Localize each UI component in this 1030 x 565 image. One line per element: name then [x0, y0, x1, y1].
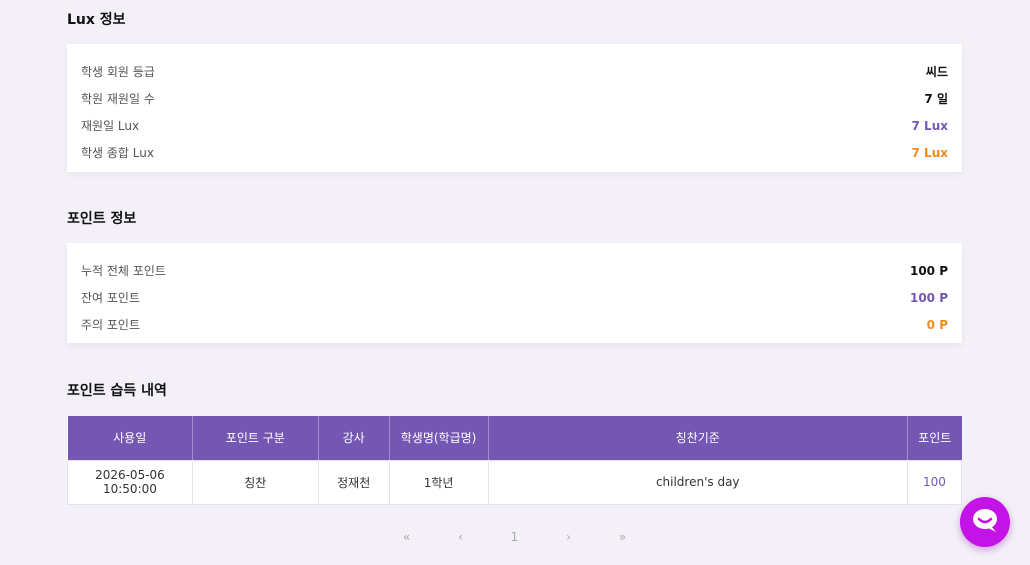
- cell-criteria: children's day: [487, 459, 908, 505]
- col-teacher[interactable]: 강사: [318, 416, 390, 460]
- table-header-row: 사용일 포인트 구분 강사 학생명(학급명) 칭찬기준 포인트: [67, 416, 962, 460]
- points-row-remaining: 잔여 포인트 100 P: [81, 284, 948, 311]
- cell-teacher: 정재천: [317, 459, 390, 505]
- points-row-total: 누적 전체 포인트 100 P: [81, 257, 948, 284]
- cell-date: 2026-05-06 10:50:00: [67, 459, 193, 505]
- last-page-button[interactable]: »: [596, 530, 650, 544]
- points-row-warning: 주의 포인트 0 P: [81, 311, 948, 338]
- points-remaining-label: 잔여 포인트: [81, 291, 141, 305]
- lux-days-lux-label: 재원일 Lux: [81, 119, 140, 133]
- chat-button[interactable]: [960, 497, 1010, 547]
- points-warning-label: 주의 포인트: [81, 318, 141, 332]
- points-total-value: 100 P: [909, 263, 948, 278]
- prev-page-button[interactable]: ‹: [434, 530, 488, 544]
- lux-total-label: 학생 종합 Lux: [81, 146, 154, 160]
- history-section: 포인트 습득 내역: [67, 381, 962, 401]
- lux-grade-label: 학생 회원 등급: [81, 65, 155, 79]
- col-criteria[interactable]: 칭찬기준: [488, 416, 908, 460]
- cell-type: 칭찬: [191, 459, 319, 505]
- points-remaining-value: 100 P: [909, 290, 948, 305]
- col-student[interactable]: 학생명(학급명): [389, 416, 489, 460]
- lux-section: Lux 정보: [67, 10, 962, 30]
- col-points[interactable]: 포인트: [907, 416, 962, 460]
- lux-days-lux-value: 7 Lux: [911, 118, 948, 133]
- points-total-label: 누적 전체 포인트: [81, 264, 166, 278]
- col-date[interactable]: 사용일: [67, 416, 193, 460]
- cell-points: 100: [906, 459, 963, 505]
- points-section: 포인트 정보: [67, 209, 962, 229]
- lux-days-value: 7 일: [924, 92, 948, 106]
- col-type[interactable]: 포인트 구분: [192, 416, 319, 460]
- points-warning-value: 0 P: [926, 317, 948, 332]
- pagination: « ‹ 1 › »: [67, 530, 962, 544]
- points-title: 포인트 정보: [67, 211, 137, 227]
- lux-row-total: 학생 종합 Lux 7 Lux: [81, 139, 948, 166]
- lux-grade-value: 씨드: [925, 65, 948, 79]
- lux-row-days: 학원 재원일 수 7 일: [81, 85, 948, 112]
- table-row[interactable]: 2026-05-06 10:50:00 칭찬 정재천 1학년 children'…: [67, 459, 963, 505]
- next-page-button[interactable]: ›: [542, 530, 596, 544]
- page-1-button[interactable]: 1: [488, 530, 542, 544]
- lux-card: 학생 회원 등급 씨드 학원 재원일 수 7 일 재원일 Lux 7 Lux 학…: [67, 44, 962, 172]
- lux-row-grade: 학생 회원 등급 씨드: [81, 58, 948, 85]
- points-card: 누적 전체 포인트 100 P 잔여 포인트 100 P 주의 포인트 0 P: [67, 243, 962, 343]
- cell-student: 1학년: [388, 459, 489, 505]
- lux-title: Lux 정보: [67, 12, 126, 28]
- history-table-wrap: 사용일 포인트 구분 강사 학생명(학급명) 칭찬기준 포인트 2026-05-…: [67, 416, 963, 505]
- chat-bubble-icon: [970, 506, 1000, 538]
- history-title: 포인트 습득 내역: [67, 383, 167, 399]
- history-table: 사용일 포인트 구분 강사 학생명(학급명) 칭찬기준 포인트 2026-05-…: [67, 416, 963, 505]
- first-page-button[interactable]: «: [380, 530, 434, 544]
- lux-total-value: 7 Lux: [911, 145, 948, 160]
- lux-row-days-lux: 재원일 Lux 7 Lux: [81, 112, 948, 139]
- lux-days-label: 학원 재원일 수: [81, 92, 155, 106]
